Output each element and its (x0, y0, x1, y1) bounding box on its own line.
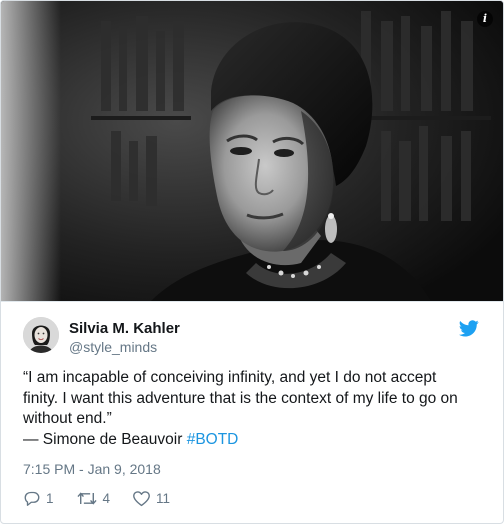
tweet-body: Silvia M. Kahler @style_minds “I am inca… (1, 301, 503, 523)
reply-icon (24, 491, 40, 506)
retweet-icon (76, 491, 97, 505)
heart-icon (133, 490, 150, 506)
retweet-button[interactable]: 4 (76, 490, 111, 507)
like-button[interactable]: 11 (132, 490, 170, 507)
reply-count: 1 (46, 490, 54, 506)
timestamp-link[interactable]: 7:15 PM - Jan 9, 2018 (23, 461, 161, 477)
tweet-photo[interactable]: i (1, 1, 503, 301)
like-count: 11 (156, 490, 171, 506)
portrait-image (1, 1, 503, 301)
hashtag-link[interactable]: #BOTD (187, 431, 239, 448)
author-handle[interactable]: @style_minds (69, 339, 157, 355)
twitter-bird-icon[interactable] (459, 320, 479, 337)
avatar-image (23, 317, 59, 353)
reply-button[interactable]: 1 (23, 490, 54, 507)
avatar[interactable] (23, 317, 59, 353)
tweet-text-line: “I am incapable of conceiving infinity, … (23, 369, 437, 386)
tweet-text-line: finity. I want this adventure that is th… (23, 389, 458, 407)
author-name[interactable]: Silvia M. Kahler (69, 320, 180, 337)
action-bar: 1 4 11 (23, 488, 192, 508)
tweet-attribution-line: — Simone de Beauvoir #BOTD (23, 430, 483, 451)
tweet-text: “I am incapable of conceiving infinity, … (23, 368, 483, 450)
retweet-count: 4 (102, 490, 111, 506)
info-icon[interactable]: i (477, 11, 493, 27)
tweet-text-line: without end.” (23, 410, 112, 427)
attribution-text: — Simone de Beauvoir (23, 430, 187, 448)
tweet-card: i Silvia M. Kahler @style_minds “I am in… (0, 0, 504, 524)
